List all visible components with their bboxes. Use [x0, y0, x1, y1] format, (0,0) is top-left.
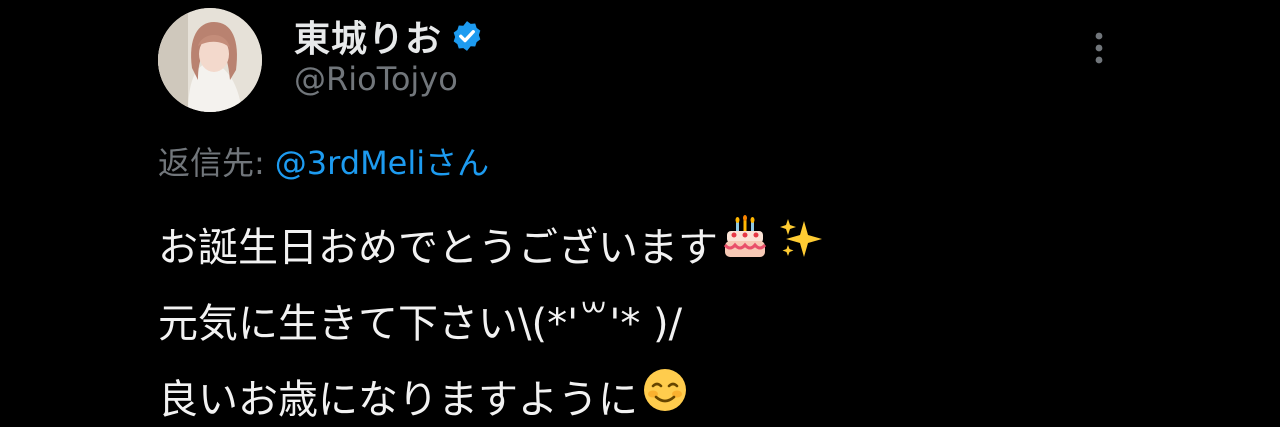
tweet-text: お誕生日おめでとうございます 元気に生きて下さい\(*'꒳'*)/ 良いお歳に…: [158, 210, 1158, 427]
birthday-cake-icon: [722, 210, 768, 286]
tweet-text-line-1-text: お誕生日おめでとうございます: [158, 225, 718, 271]
tweet-text-line-2-text: 元気に生きて下さい\(*'꒳'* )/: [158, 301, 683, 347]
tweet-text-line-3-text: 良いお歳になりますように: [158, 377, 638, 423]
author-name-row: 東城りお: [294, 12, 484, 60]
tweet-text-line-2: 元気に生きて下さい\(*'꒳'* )/: [158, 286, 1158, 362]
reply-to: 返信先: @3rdMeliさん: [158, 138, 489, 184]
tweet[interactable]: 東城りお @RioTojyo 返信先: @3rdMeliさん お誕生日おめでとう…: [0, 0, 1280, 427]
smiling-face-icon: [642, 362, 688, 427]
reply-to-mention-link[interactable]: @3rdMeliさん: [275, 138, 489, 184]
author-display-name[interactable]: 東城りお: [294, 10, 442, 62]
reply-to-prefix: 返信先:: [158, 144, 265, 182]
author-handle[interactable]: @RioTojyo: [294, 60, 458, 98]
avatar[interactable]: [158, 8, 262, 112]
more-options-icon[interactable]: [1086, 28, 1112, 68]
tweet-text-line-3: 良いお歳になりますように: [158, 362, 1158, 427]
avatar-image: [158, 8, 262, 112]
sparkles-icon: [778, 210, 824, 286]
tweet-text-line-1: お誕生日おめでとうございます: [158, 210, 1158, 286]
verified-badge-icon: [450, 19, 484, 53]
